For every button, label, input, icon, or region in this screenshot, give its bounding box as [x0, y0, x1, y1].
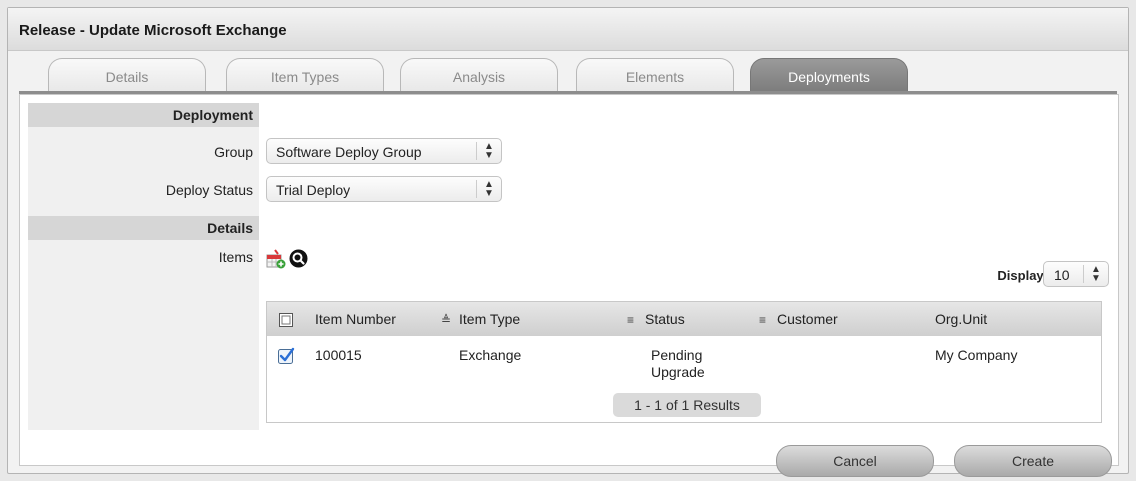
results-count: 1 - 1 of 1 Results [613, 393, 761, 417]
col-item-type-wrap[interactable]: ≜ Item Type [441, 311, 520, 327]
deploy-status-value: Trial Deploy [276, 182, 351, 198]
select-all-checkbox-icon[interactable] [279, 313, 293, 327]
table-header: Item Number ≜ Item Type ≡ Status ≡ Customer… [267, 302, 1101, 336]
sort-icon: ≡ [627, 313, 635, 327]
tab-bar: Details Item Types Analysis Elements Dep… [8, 58, 1128, 94]
sort-icon: ≡ [759, 313, 767, 327]
deployment-heading: Deployment [28, 103, 259, 127]
tab-elements[interactable]: Elements [576, 58, 734, 92]
tab-deployments[interactable]: Deployments [750, 58, 908, 92]
create-button[interactable]: Create [954, 445, 1112, 477]
add-item-icon[interactable] [266, 249, 286, 269]
cancel-button[interactable]: Cancel [776, 445, 934, 477]
col-item-number[interactable]: Item Number [315, 311, 396, 327]
display-label: Display: [997, 268, 1048, 283]
deploy-status-label: Deploy Status [165, 182, 253, 198]
group-select-value: Software Deploy Group [276, 144, 422, 160]
cell-status-line2: Upgrade [651, 364, 705, 380]
title-bar: Release - Update Microsoft Exchange [8, 8, 1128, 51]
cell-org-unit: My Company [935, 347, 1018, 363]
select-arrows-icon: ▲ ▼ [476, 142, 501, 161]
group-label: Group [214, 144, 253, 160]
window-title: Release - Update Microsoft Exchange [19, 22, 287, 39]
tab-details[interactable]: Details [48, 58, 206, 92]
col-status: Status [645, 311, 685, 327]
search-icon[interactable] [289, 249, 308, 268]
select-arrows-icon: ▲ ▼ [476, 180, 501, 199]
release-window: Release - Update Microsoft Exchange Deta… [7, 7, 1129, 477]
col-status-wrap[interactable]: ≡ Status [627, 311, 685, 327]
row-checkbox-checked-icon[interactable] [278, 347, 295, 364]
sort-asc-icon: ≜ [441, 313, 452, 327]
tab-item-types[interactable]: Item Types [226, 58, 384, 92]
select-arrows-icon: ▲ ▼ [1083, 265, 1108, 284]
display-count-select[interactable]: 10 ▲ ▼ [1043, 261, 1109, 287]
col-customer-wrap[interactable]: ≡ Customer [759, 311, 838, 327]
cell-status-line1: Pending [651, 347, 703, 363]
deployment-heading-fill [259, 103, 1110, 127]
cell-item-type: Exchange [459, 347, 522, 363]
col-item-type: Item Type [459, 311, 521, 327]
cell-item-number[interactable]: 100015 [315, 347, 362, 363]
details-heading: Details [28, 216, 259, 240]
group-select[interactable]: Software Deploy Group ▲ ▼ [266, 138, 502, 164]
items-table: Item Number ≜ Item Type ≡ Status ≡ Customer… [266, 301, 1102, 423]
deployments-panel: Deployment Group Software Deploy Group ▲… [19, 94, 1119, 477]
deploy-status-select[interactable]: Trial Deploy ▲ ▼ [266, 176, 502, 202]
tab-analysis[interactable]: Analysis [400, 58, 558, 92]
display-count-value: 10 [1054, 267, 1070, 283]
col-org-unit[interactable]: Org.Unit [935, 311, 987, 327]
items-label: Items [218, 249, 253, 265]
col-customer: Customer [777, 311, 838, 327]
